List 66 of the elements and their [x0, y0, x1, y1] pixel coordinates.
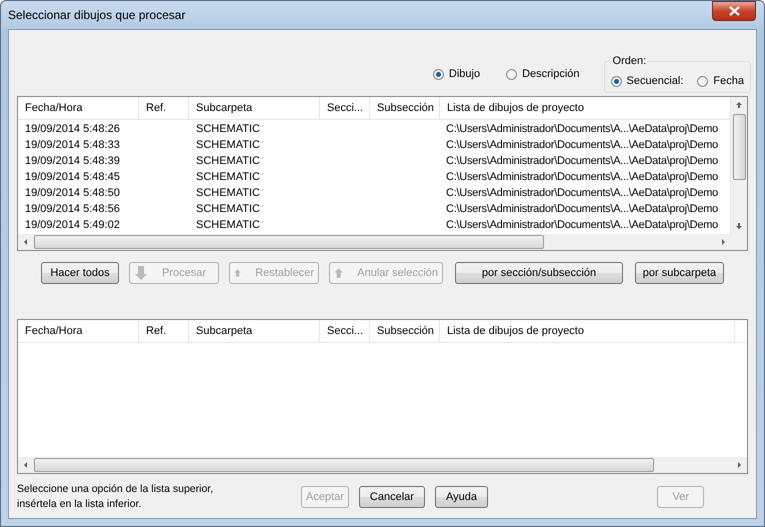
left-arrow-icon[interactable] — [22, 461, 30, 469]
group-title: Orden: — [610, 55, 648, 67]
table-cell-text: C:\Users\Administrador\Documents\A...\AeData\proj\Demo — [445, 122, 719, 137]
dialog-button[interactable]: Cancelar — [358, 486, 425, 508]
radio-option[interactable]: Fecha — [697, 75, 744, 87]
table-cell-text: 19/09/2014 5:49:02 — [24, 218, 121, 233]
column-header[interactable]: Secci... — [320, 97, 370, 119]
file-list[interactable] — [17, 96, 748, 251]
right-arrow-icon[interactable] — [719, 238, 727, 246]
radio-button[interactable] — [506, 68, 518, 80]
left-arrow-icon[interactable] — [22, 238, 30, 246]
down-arrow-icon — [134, 265, 148, 281]
down-arrow-icon[interactable] — [735, 222, 743, 230]
table-cell-text: 19/09/2014 5:48:56 — [24, 202, 121, 217]
table-cell-text: C:\Users\Administrador\Documents\A...\AeData\proj\Demo — [445, 170, 719, 185]
radio-button[interactable] — [610, 76, 622, 86]
radio-button[interactable] — [432, 68, 444, 80]
table-cell-text: 19/09/2014 5:48:33 — [24, 138, 121, 153]
table-cell-text: C:\Users\Administrador\Documents\A...\AeData\proj\Demo — [445, 202, 719, 217]
table-cell-text: C:\Users\Administrador\Documents\A...\AeData\proj\Demo — [445, 138, 719, 153]
table-cell-text: SCHEMATIC — [195, 186, 261, 201]
table-cell-text: C:\Users\Administrador\Documents\A...\AeData\proj\Demo — [445, 154, 719, 169]
column-header[interactable]: Subcarpeta — [189, 97, 320, 119]
window-title: Seleccionar dibujos que procesar — [8, 8, 186, 22]
radio-option[interactable]: Descripción — [506, 68, 580, 80]
right-arrow-icon[interactable] — [735, 461, 743, 469]
table-cell-text: 19/09/2014 5:48:45 — [24, 170, 121, 185]
hint-text: Seleccione una opción de la lista superior, insértela en la lista inferior. — [17, 482, 214, 512]
table-cell-text: 19/09/2014 5:48:39 — [24, 154, 121, 169]
radio-label: Dibujo — [448, 68, 480, 80]
column-header[interactable]: Subsección — [370, 97, 440, 119]
table-cell-text: SCHEMATIC — [195, 154, 261, 169]
radio-label: Fecha — [713, 75, 744, 87]
radio-option[interactable]: Dibujo — [432, 68, 480, 80]
action-button[interactable]: por sección/subsección — [455, 262, 623, 284]
column-header[interactable]: Fecha/Hora — [18, 320, 139, 342]
radio-button[interactable] — [697, 76, 708, 86]
table-cell-text: SCHEMATIC — [195, 170, 261, 185]
close-button[interactable] — [712, 1, 756, 21]
column-header[interactable]: Subsección — [370, 320, 440, 342]
table-cell-text: C:\Users\Administrador\Documents\A...\AeData\proj\Demo — [445, 218, 719, 233]
table-cell-text: 19/09/2014 5:48:50 — [24, 186, 121, 201]
horizontal-scrollbar[interactable] — [18, 457, 747, 473]
vertical-scrollbar[interactable] — [730, 97, 747, 234]
column-header[interactable]: Ref. — [139, 97, 189, 119]
table-cell-text: C:\Users\Administrador\Documents\A...\AeData\proj\Demo — [445, 186, 719, 201]
table-cell-text: SCHEMATIC — [195, 122, 261, 137]
column-header[interactable]: Subcarpeta — [189, 320, 320, 342]
table-cell-text: SCHEMATIC — [195, 138, 261, 153]
close-icon[interactable] — [728, 6, 740, 16]
action-button[interactable]: por subcarpeta — [635, 262, 724, 284]
radio-label: Secuencial: — [626, 75, 684, 87]
table-cell-text: SCHEMATIC — [195, 202, 261, 217]
action-button[interactable]: Hacer todos — [41, 262, 119, 284]
radio-label: Descripción — [522, 68, 580, 80]
radio-option[interactable]: Secuencial: — [610, 75, 684, 87]
file-list[interactable]: Fecha/Hora Ref. Subcarpeta Secci... Subsección Lista de dibujos de proyecto — [17, 319, 748, 474]
horizontal-scrollbar[interactable] — [18, 234, 747, 250]
table-cell-text: 19/09/2014 5:48:26 — [24, 122, 121, 137]
column-header[interactable]: Fecha/Hora — [18, 97, 139, 119]
column-header[interactable]: Secci... — [320, 320, 370, 342]
column-header[interactable]: Lista de dibujos de proyecto — [440, 320, 735, 342]
table-cell-text: SCHEMATIC — [195, 218, 261, 233]
up-arrow-icon[interactable] — [735, 101, 743, 109]
dialog-button[interactable]: Ayuda — [434, 486, 488, 508]
column-header[interactable]: Ref. — [139, 320, 189, 342]
